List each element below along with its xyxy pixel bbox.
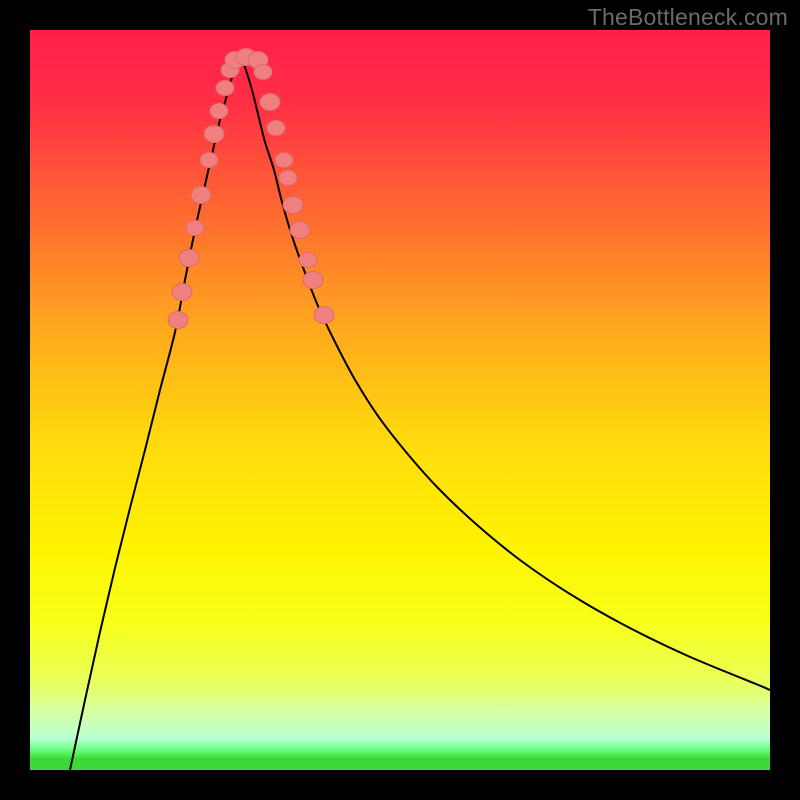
curve-right — [240, 53, 770, 690]
data-marker — [275, 152, 293, 167]
curve-layer — [30, 30, 770, 770]
plot-area — [30, 30, 770, 770]
data-marker — [172, 284, 192, 301]
data-marker — [254, 64, 272, 79]
data-marker — [260, 94, 280, 111]
data-marker — [267, 120, 285, 135]
data-marker — [179, 250, 199, 267]
data-marker — [210, 103, 228, 118]
data-marker — [290, 222, 310, 239]
marker-group — [168, 49, 334, 329]
data-marker — [168, 312, 188, 329]
data-marker — [283, 197, 303, 214]
data-marker — [186, 220, 204, 235]
data-marker — [200, 152, 218, 167]
frame: TheBottleneck.com — [0, 0, 800, 800]
data-marker — [314, 307, 334, 324]
data-marker — [204, 126, 224, 143]
watermark-text: TheBottleneck.com — [588, 4, 788, 31]
data-marker — [191, 187, 211, 204]
data-marker — [216, 80, 234, 95]
data-marker — [299, 252, 317, 267]
data-marker — [279, 170, 297, 185]
data-marker — [303, 272, 323, 289]
